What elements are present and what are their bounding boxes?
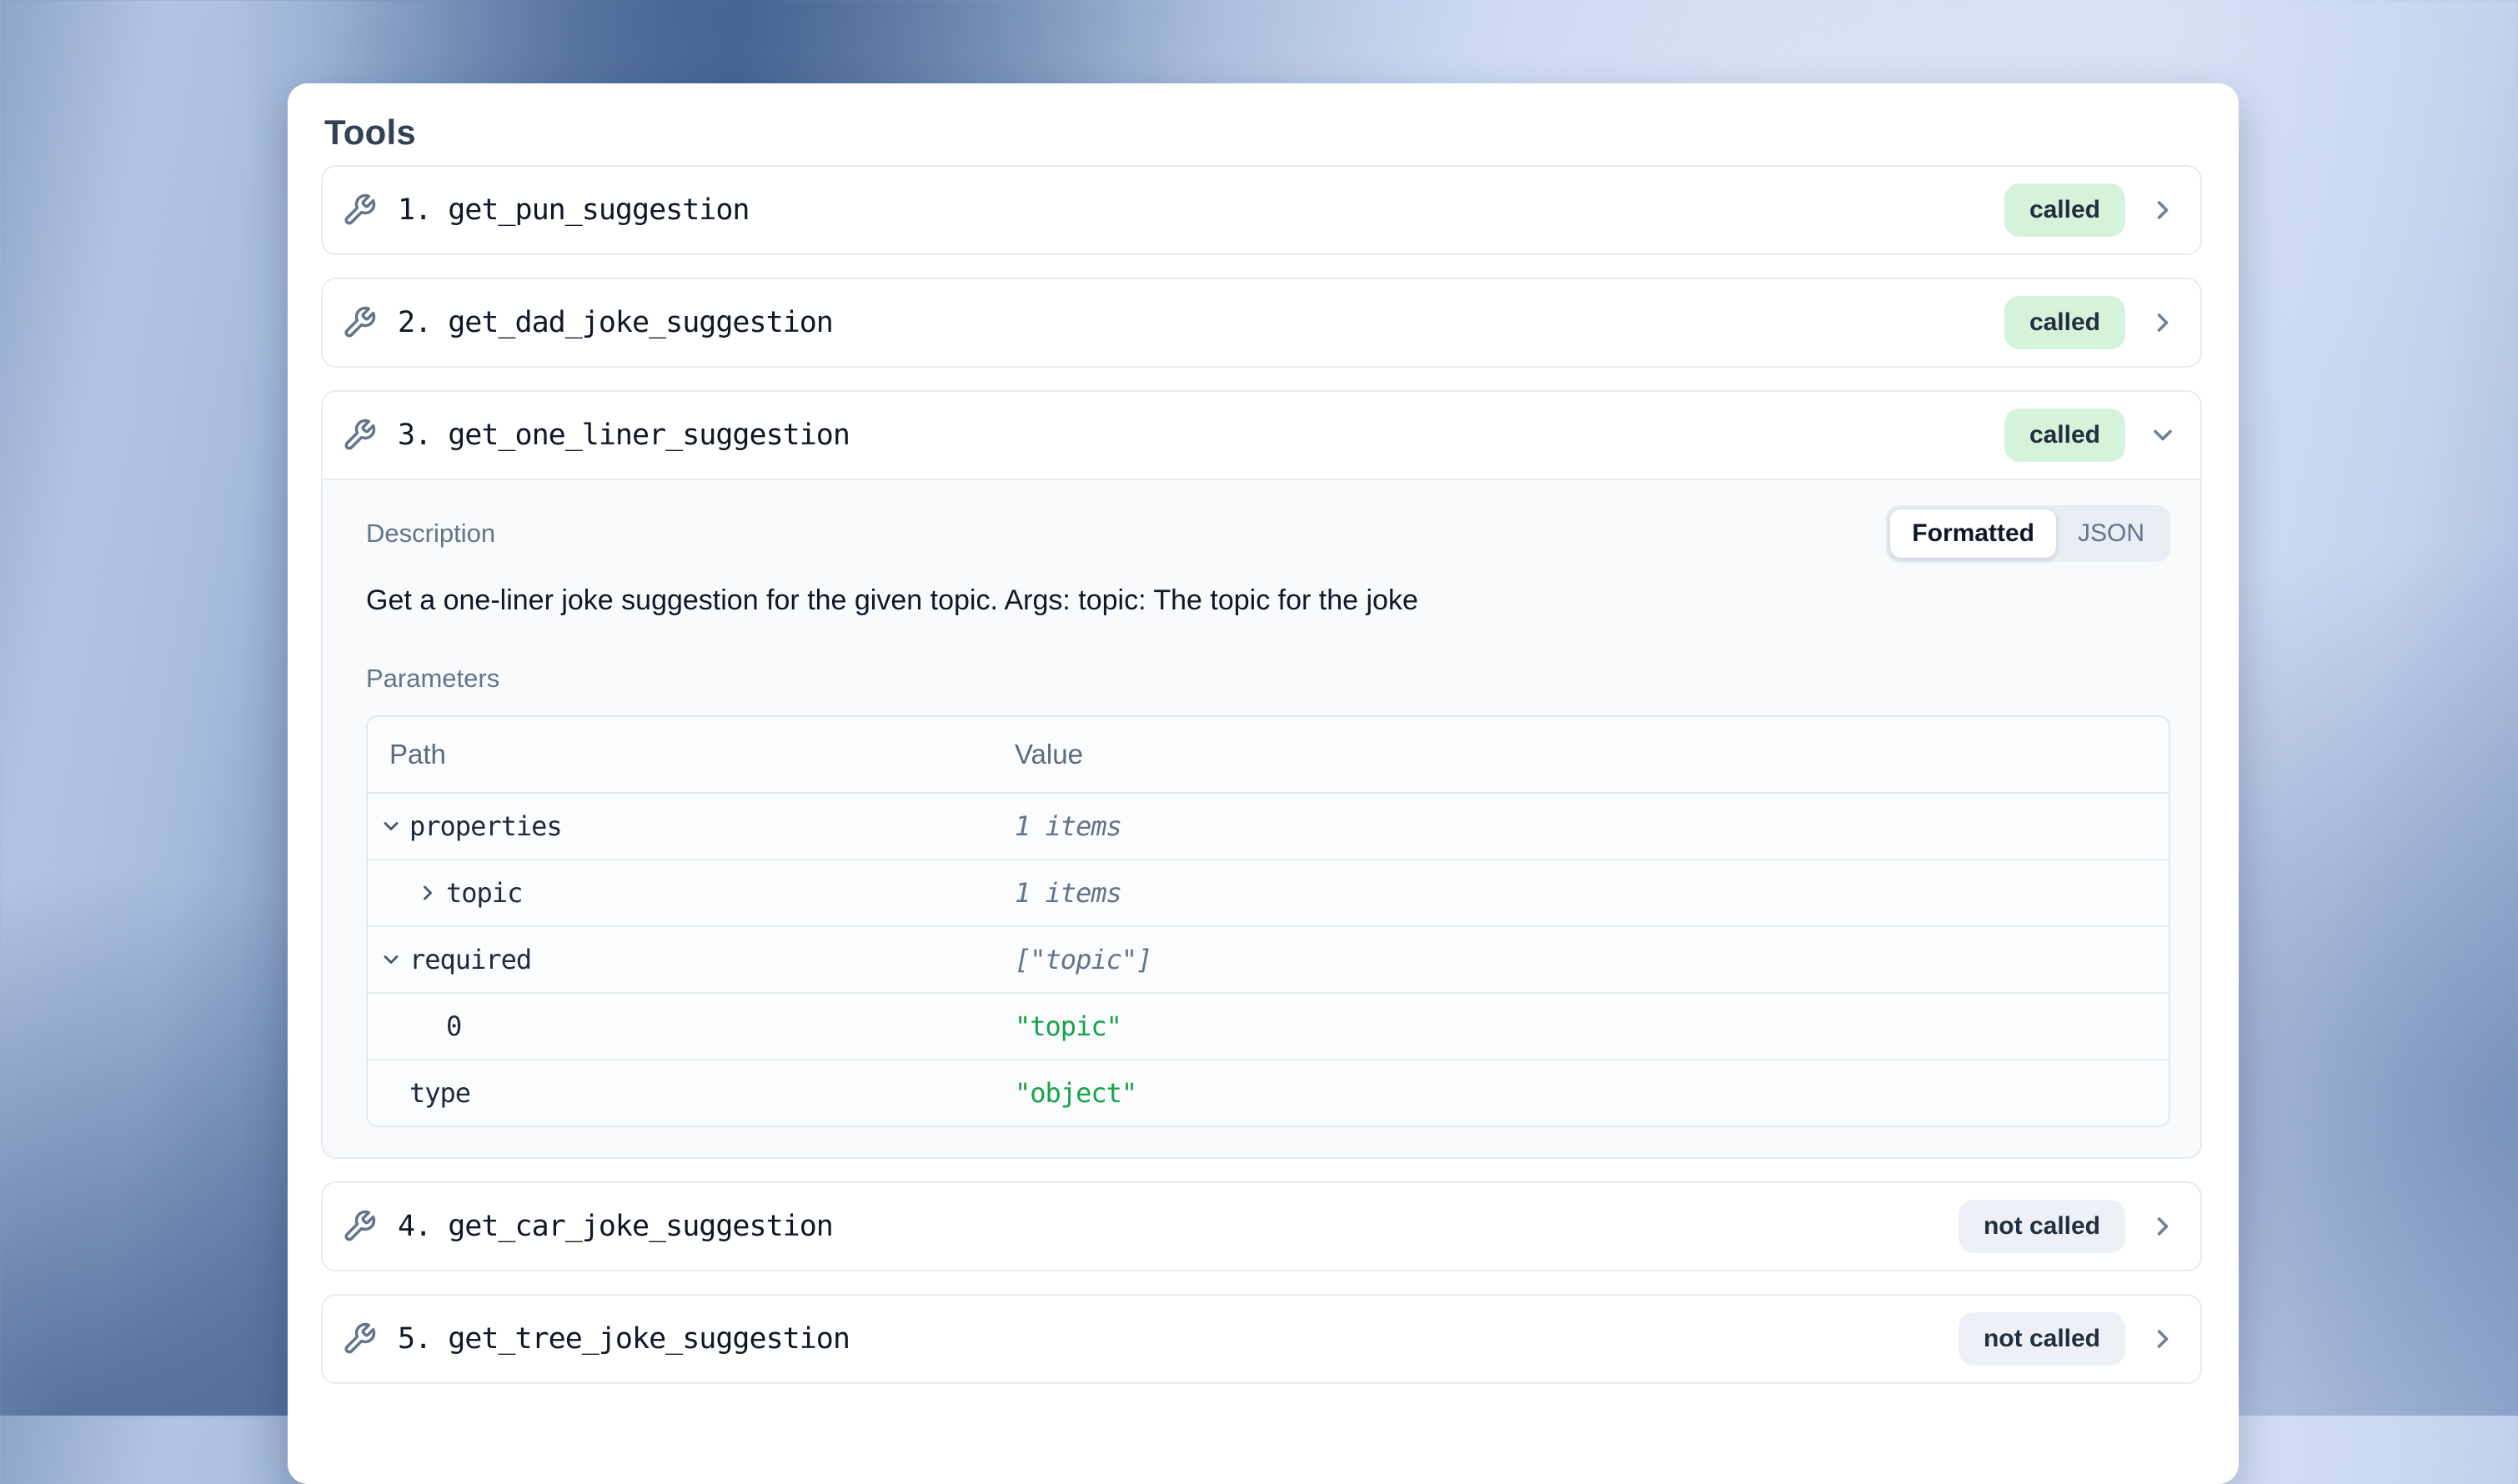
- description-label: Description: [366, 519, 495, 549]
- path-key: 0: [446, 1010, 461, 1042]
- tool-row-get_dad_joke_suggestion: 2. get_dad_joke_suggestion called: [321, 278, 2202, 368]
- status-badge: called: [2004, 409, 2125, 462]
- detail-header: Description FormattedJSON: [366, 505, 2170, 562]
- chevron-down-icon: [2147, 419, 2179, 451]
- tool-row-header[interactable]: 3. get_one_liner_suggestion called: [323, 392, 2200, 479]
- wrench-icon: [341, 417, 378, 454]
- wrench-icon: [341, 192, 378, 228]
- chevron-right-icon: [2147, 1211, 2179, 1242]
- panel-title: Tools: [324, 113, 2202, 152]
- parameters-label: Parameters: [366, 664, 2170, 694]
- path-value: "topic": [1015, 1010, 2169, 1042]
- status-badge: called: [2004, 183, 2125, 237]
- table-header-row: PathValue: [368, 717, 2169, 794]
- status-badge: called: [2004, 296, 2125, 349]
- path-cell: type: [368, 1077, 1015, 1109]
- table-row: 0 "topic": [368, 992, 2169, 1059]
- tool-name: 2. get_dad_joke_suggestion: [398, 306, 833, 339]
- path-value: 1 items: [1015, 877, 2169, 909]
- path-cell: topic: [368, 877, 1015, 909]
- tool-details: Description FormattedJSON Get a one-liner …: [323, 479, 2200, 1157]
- tool-name: 4. get_car_joke_suggestion: [398, 1210, 833, 1243]
- path-key: required: [409, 944, 531, 975]
- path-key: topic: [446, 877, 522, 909]
- chevron-right-icon: [2147, 307, 2179, 338]
- json-toggle-button[interactable]: JSON: [2056, 509, 2166, 558]
- table-row[interactable]: topic 1 items: [368, 859, 2169, 925]
- path-key: properties: [409, 810, 562, 842]
- tool-name: 1. get_pun_suggestion: [398, 193, 750, 227]
- value-column-header: Value: [1015, 739, 2169, 770]
- wrench-icon: [341, 1321, 378, 1357]
- tool-row-header[interactable]: 5. get_tree_joke_suggestion not called: [323, 1296, 2200, 1382]
- tool-row-header[interactable]: 2. get_dad_joke_suggestion called: [323, 279, 2200, 366]
- tool-name: 3. get_one_liner_suggestion: [398, 419, 850, 452]
- tool-row-get_tree_joke_suggestion: 5. get_tree_joke_suggestion not called: [321, 1294, 2202, 1384]
- table-row: type "object": [368, 1059, 2169, 1126]
- tool-row-get_pun_suggestion: 1. get_pun_suggestion called: [321, 165, 2202, 255]
- tool-row-header[interactable]: 4. get_car_joke_suggestion not called: [323, 1183, 2200, 1270]
- parameters-table: PathValue properties 1 items topic 1 items re…: [366, 715, 2170, 1127]
- status-badge: not called: [1959, 1312, 2125, 1366]
- path-value: 1 items: [1015, 810, 2169, 842]
- path-key: type: [409, 1077, 470, 1109]
- tool-row-header[interactable]: 1. get_pun_suggestion called: [323, 167, 2200, 253]
- tool-description: Get a one-liner joke suggestion for the …: [366, 582, 2170, 619]
- table-row[interactable]: properties 1 items: [368, 794, 2169, 859]
- chevron-down-icon[interactable]: [378, 948, 404, 971]
- tools-panel: Tools 1. get_pun_suggestioncalled2. get_…: [288, 83, 2239, 1484]
- path-column-header: Path: [368, 739, 1015, 770]
- path-value: ["topic"]: [1015, 944, 2169, 975]
- wrench-icon: [341, 304, 378, 341]
- format-toggle: FormattedJSON: [1886, 505, 2170, 562]
- chevron-down-icon[interactable]: [378, 815, 404, 838]
- chevron-right-icon: [2147, 1323, 2179, 1355]
- table-row[interactable]: required ["topic"]: [368, 925, 2169, 992]
- tool-row-get_one_liner_suggestion: 3. get_one_liner_suggestion called Descrip…: [321, 390, 2202, 1159]
- chevron-right-icon: [2147, 194, 2179, 226]
- tool-list: 1. get_pun_suggestioncalled2. get_dad_jo…: [321, 165, 2202, 1384]
- path-cell: 0: [368, 1010, 1015, 1042]
- path-cell: required: [368, 944, 1015, 975]
- formatted-toggle-button[interactable]: Formatted: [1890, 509, 2056, 558]
- path-cell: properties: [368, 810, 1015, 842]
- wrench-icon: [341, 1208, 378, 1245]
- tool-row-get_car_joke_suggestion: 4. get_car_joke_suggestion not called: [321, 1181, 2202, 1271]
- chevron-right-icon[interactable]: [414, 881, 441, 905]
- status-badge: not called: [1959, 1200, 2125, 1253]
- tool-name: 5. get_tree_joke_suggestion: [398, 1322, 850, 1356]
- path-value: "object": [1015, 1077, 2169, 1109]
